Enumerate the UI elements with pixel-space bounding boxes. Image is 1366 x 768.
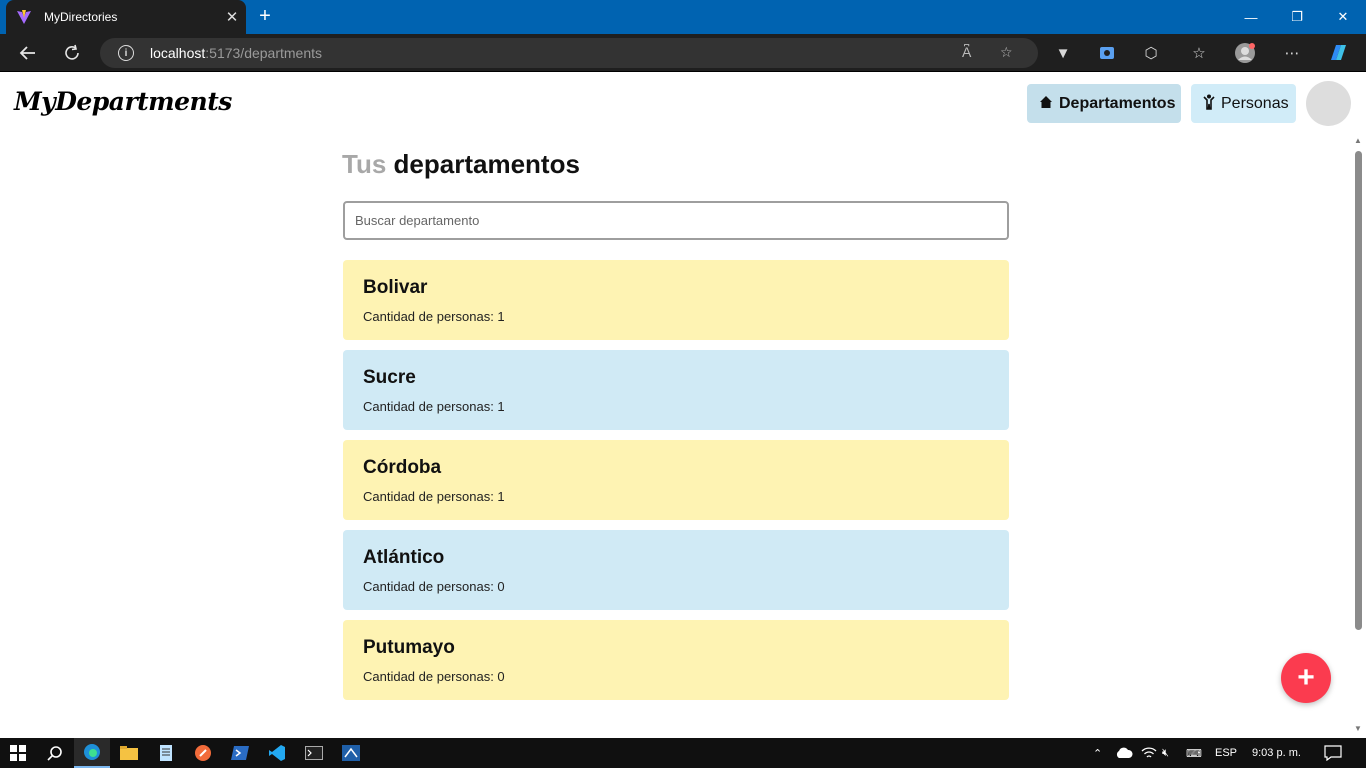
department-person-count: Cantidad de personas: 1 — [363, 489, 505, 504]
new-tab-icon[interactable]: + — [254, 5, 276, 27]
search-department-input[interactable] — [343, 201, 1009, 240]
search-icon[interactable] — [37, 738, 73, 768]
user-avatar[interactable] — [1306, 81, 1351, 126]
file-explorer-icon[interactable] — [111, 738, 147, 768]
more-options-icon[interactable]: ⋯ — [1281, 42, 1303, 64]
department-card[interactable]: Bolivar Cantidad de personas: 1 — [343, 260, 1009, 340]
back-icon[interactable] — [15, 40, 41, 66]
browser-tab-strip: MyDirectories ✕ + — ❐ ✕ — [0, 0, 1366, 34]
page-title-prefix: Tus — [342, 149, 387, 179]
screenshot-extension-icon[interactable] — [1096, 42, 1118, 64]
department-person-count: Cantidad de personas: 1 — [363, 309, 505, 324]
tab-close-icon[interactable]: ✕ — [218, 3, 246, 31]
tab-title: MyDirectories — [44, 10, 118, 24]
window-close-icon[interactable]: ✕ — [1320, 0, 1366, 34]
notifications-icon[interactable] — [1324, 738, 1342, 768]
page-title: Tus departamentos — [342, 149, 580, 180]
powershell-icon[interactable] — [222, 738, 258, 768]
profile-icon[interactable] — [1234, 42, 1256, 64]
volume-muted-icon[interactable]: 🔇︎ — [1162, 738, 1169, 768]
department-card[interactable]: Atlántico Cantidad de personas: 0 — [343, 530, 1009, 610]
browser-toolbar: i localhost:5173/departments A͆ ☆ ▼ ⬡ ☆ … — [0, 34, 1366, 72]
restore-icon[interactable]: ❐ — [1274, 0, 1320, 34]
nav-persons-label: Personas — [1221, 94, 1289, 112]
nav-departments-label: Departamentos — [1059, 94, 1176, 112]
department-card[interactable]: Sucre Cantidad de personas: 1 — [343, 350, 1009, 430]
scrollbar-thumb[interactable] — [1355, 151, 1362, 630]
terminal-icon[interactable] — [296, 738, 332, 768]
site-info-icon[interactable]: i — [118, 45, 134, 61]
url-host: localhost — [150, 45, 206, 61]
address-bar[interactable]: i localhost:5173/departments A͆ ☆ — [100, 38, 1038, 68]
reload-icon[interactable] — [59, 40, 85, 66]
department-person-count: Cantidad de personas: 0 — [363, 669, 505, 684]
department-name: Sucre — [363, 367, 416, 388]
department-card[interactable]: Putumayo Cantidad de personas: 0 — [343, 620, 1009, 700]
department-card[interactable]: Córdoba Cantidad de personas: 1 — [343, 440, 1009, 520]
wifi-icon[interactable] — [1141, 738, 1157, 768]
language-indicator[interactable]: ESP — [1215, 738, 1237, 768]
favorites-icon[interactable]: ☆ — [1188, 42, 1210, 64]
edge-browser-icon[interactable] — [74, 738, 110, 768]
favorite-star-icon[interactable]: ☆ — [1000, 44, 1013, 61]
department-name: Atlántico — [363, 547, 445, 568]
department-name: Putumayo — [363, 637, 455, 658]
input-method-icon[interactable]: ⌨︎ — [1186, 738, 1202, 768]
department-person-count: Cantidad de personas: 0 — [363, 579, 505, 594]
vue-devtools-icon[interactable]: ▼ — [1052, 42, 1074, 64]
browser-tab[interactable]: MyDirectories ✕ — [6, 0, 246, 34]
nav-departments-button[interactable]: Departamentos — [1027, 84, 1181, 123]
app-brand-logo[interactable]: MyDepartments — [14, 87, 232, 116]
vscode-icon[interactable] — [259, 738, 295, 768]
windows-taskbar: ⌃ 🔇︎ ⌨︎ ESP 9:03 p. m. — [0, 738, 1366, 768]
clock-time[interactable]: 9:03 p. m. — [1252, 738, 1301, 768]
windows-start-icon[interactable] — [0, 738, 36, 768]
copilot-icon[interactable] — [1327, 42, 1349, 64]
vite-logo-icon — [16, 9, 32, 25]
sql-app-icon[interactable] — [333, 738, 369, 768]
department-name: Córdoba — [363, 457, 442, 478]
app-page: MyDepartments Departamentos Personas Tus… — [0, 73, 1366, 738]
page-scrollbar[interactable]: ▲ ▼ — [1352, 134, 1366, 738]
scroll-down-icon[interactable]: ▼ — [1354, 724, 1362, 733]
nav-persons-button[interactable]: Personas — [1191, 84, 1296, 123]
postman-icon[interactable] — [185, 738, 221, 768]
page-title-main: departamentos — [393, 149, 580, 179]
minimize-icon[interactable]: — — [1228, 0, 1274, 34]
department-person-count: Cantidad de personas: 1 — [363, 399, 505, 414]
home-icon — [1039, 95, 1053, 112]
read-aloud-icon[interactable]: A͆ — [962, 44, 971, 60]
onedrive-icon[interactable] — [1115, 738, 1133, 768]
add-department-button[interactable]: + — [1281, 653, 1331, 703]
scroll-up-icon[interactable]: ▲ — [1354, 136, 1362, 145]
department-name: Bolivar — [363, 277, 428, 298]
extensions-icon[interactable]: ⬡ — [1140, 42, 1162, 64]
notepad-icon[interactable] — [148, 738, 184, 768]
person-icon — [1203, 94, 1215, 113]
url-path: :5173/departments — [205, 45, 323, 61]
tray-overflow-icon[interactable]: ⌃ — [1093, 738, 1102, 768]
